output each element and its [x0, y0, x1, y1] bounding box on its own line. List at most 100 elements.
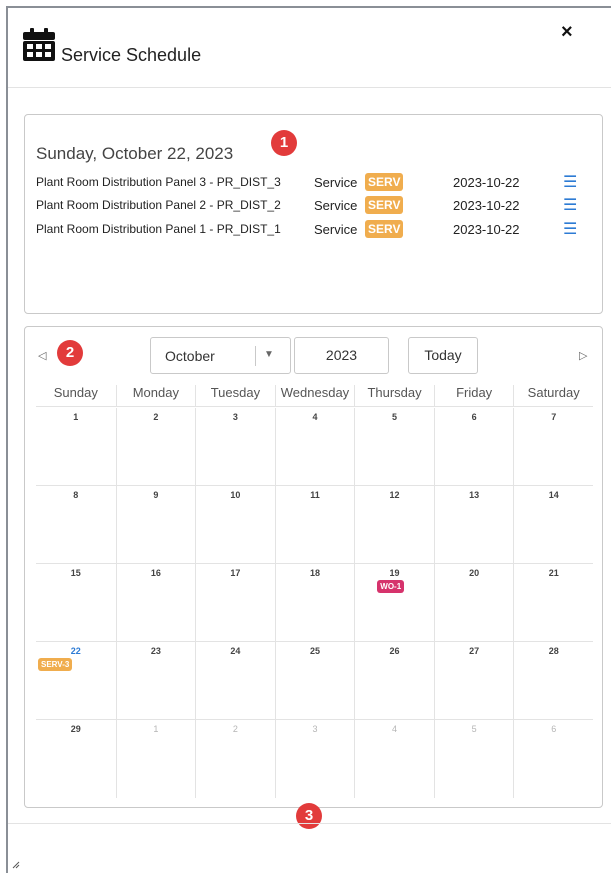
- event-type: Service: [314, 175, 358, 190]
- calendar-day-cell[interactable]: 20: [433, 564, 514, 642]
- dialog-title: Service Schedule: [61, 45, 202, 65]
- calendar-day-cell[interactable]: 24: [195, 642, 275, 720]
- day-number: 7: [551, 412, 557, 422]
- calendar-day-cell[interactable]: 21: [513, 564, 593, 642]
- day-number: 29: [70, 724, 81, 734]
- triangle-right-icon[interactable]: ▷: [579, 349, 587, 362]
- hamburger-menu-icon[interactable]: ☰: [563, 195, 577, 215]
- month-select[interactable]: October ▼: [150, 337, 291, 374]
- weekday-header-row: Sunday Monday Tuesday Wednesday Thursday Frid…: [36, 385, 593, 407]
- calendar-day-cell[interactable]: 3: [274, 720, 355, 798]
- calendar-day-cell[interactable]: 22 SERV-3: [36, 642, 116, 720]
- today-button[interactable]: Today: [408, 337, 478, 374]
- calendar-day-cell[interactable]: 7: [513, 408, 593, 486]
- calendar-day-cell[interactable]: 1: [36, 408, 116, 486]
- calendar-day-cell[interactable]: 26: [354, 642, 434, 720]
- event-row: Plant Room Distribution Panel 2 - PR_DIS…: [36, 196, 596, 216]
- caret-down-icon: ▼: [264, 349, 274, 360]
- event-type: Service: [314, 198, 358, 213]
- day-number: 22: [70, 646, 81, 656]
- event-row: Plant Room Distribution Panel 1 - PR_DIS…: [36, 220, 596, 240]
- calendar-event-chip[interactable]: WO-1: [377, 580, 405, 593]
- calendar-day-cell[interactable]: 28: [513, 642, 593, 720]
- calendar-day-cell[interactable]: 11: [274, 486, 355, 564]
- calendar-day-cell[interactable]: 5: [433, 720, 514, 798]
- day-number: 18: [309, 568, 320, 578]
- calendar-day-cell[interactable]: 4: [354, 720, 434, 798]
- weekday-header: Monday: [115, 385, 196, 407]
- day-number: 25: [309, 646, 320, 656]
- service-badge: SERV: [365, 220, 404, 238]
- calendar-day-cell[interactable]: 4: [274, 408, 355, 486]
- calendar-day-cell[interactable]: 2: [115, 408, 196, 486]
- calendar-day-cell[interactable]: 16: [115, 564, 196, 642]
- hamburger-menu-icon[interactable]: ☰: [563, 172, 577, 192]
- day-number: 24: [230, 646, 241, 656]
- calendar-day-cell[interactable]: 13: [433, 486, 514, 564]
- calendar-day-cell[interactable]: 5: [354, 408, 434, 486]
- calendar-grid: 1 2 3 4 5 6 7 8 9 10 11 12 13 14 15 16 17 18 19 WO-1 20 21 22 S…: [36, 408, 593, 798]
- day-number: 6: [551, 724, 557, 734]
- calendar-day-cell[interactable]: 9: [115, 486, 196, 564]
- calendar-day-cell[interactable]: 3: [195, 408, 275, 486]
- calendar-day-cell[interactable]: 18: [274, 564, 355, 642]
- calendar-day-cell[interactable]: 23: [115, 642, 196, 720]
- annotation-marker-2: 2: [57, 340, 83, 366]
- event-row: Plant Room Distribution Panel 3 - PR_DIS…: [36, 173, 596, 193]
- day-number: 1: [153, 724, 159, 734]
- calendar-day-cell[interactable]: 1: [115, 720, 196, 798]
- calendar-day-cell[interactable]: 17: [195, 564, 275, 642]
- day-number: 21: [548, 568, 559, 578]
- selected-date-heading: Sunday, October 22, 2023: [36, 144, 234, 163]
- day-number: 4: [312, 412, 318, 422]
- calendar-day-cell[interactable]: 15: [36, 564, 116, 642]
- day-number: 3: [312, 724, 318, 734]
- day-number: 3: [232, 412, 238, 422]
- calendar-day-cell[interactable]: 6: [513, 720, 593, 798]
- calendar-day-cell[interactable]: 14: [513, 486, 593, 564]
- calendar-day-cell[interactable]: 10: [195, 486, 275, 564]
- triangle-left-icon[interactable]: ◁: [38, 349, 46, 362]
- weekday-header: Saturday: [513, 385, 593, 407]
- close-icon[interactable]: ×: [561, 22, 573, 42]
- month-calendar-panel: ◁ 2 October ▼ 2023 Today ▷ Sunday Monday T…: [24, 326, 603, 808]
- calendar-day-cell[interactable]: 19 WO-1: [354, 564, 434, 642]
- day-number: 5: [392, 412, 398, 422]
- event-asset-name: Plant Room Distribution Panel 2 - PR_DIS…: [36, 198, 281, 212]
- day-number: 15: [70, 568, 81, 578]
- hamburger-menu-icon[interactable]: ☰: [563, 219, 577, 239]
- event-date: 2023-10-22: [453, 198, 520, 213]
- calendar-event-chip[interactable]: SERV-3: [38, 658, 73, 671]
- calendar-day-cell[interactable]: 12: [354, 486, 434, 564]
- event-asset-name: Plant Room Distribution Panel 3 - PR_DIS…: [36, 175, 281, 189]
- day-number: 13: [469, 490, 480, 500]
- calendar-day-cell[interactable]: 6: [433, 408, 514, 486]
- day-number: 16: [150, 568, 161, 578]
- day-number: 17: [230, 568, 241, 578]
- day-number: 2: [232, 724, 238, 734]
- day-number: 12: [389, 490, 400, 500]
- dialog-header: Service Schedule ×: [8, 8, 611, 88]
- service-badge: SERV: [365, 173, 404, 191]
- calendar-day-cell[interactable]: 29: [36, 720, 116, 798]
- day-number: 11: [310, 490, 320, 500]
- calendar-day-cell[interactable]: 27: [433, 642, 514, 720]
- year-input[interactable]: 2023: [294, 337, 389, 374]
- day-number: 26: [389, 646, 400, 656]
- resize-grip-icon[interactable]: [12, 861, 20, 869]
- day-number: 2: [153, 412, 159, 422]
- day-events-panel: Sunday, October 22, 2023 1 Plant Room Di…: [24, 114, 603, 314]
- day-number: 19: [389, 568, 400, 578]
- calendar-day-cell[interactable]: 2: [195, 720, 275, 798]
- event-date: 2023-10-22: [453, 175, 520, 190]
- calendar-day-cell[interactable]: 25: [274, 642, 355, 720]
- month-value: October: [165, 348, 215, 364]
- day-number: 4: [392, 724, 398, 734]
- day-number: 23: [150, 646, 161, 656]
- calendar-day-cell[interactable]: 8: [36, 486, 116, 564]
- service-badge: SERV: [365, 196, 404, 214]
- day-number: 6: [471, 412, 477, 422]
- day-number: 27: [469, 646, 480, 656]
- day-number: 10: [230, 490, 241, 500]
- weekday-header: Sunday: [53, 385, 98, 400]
